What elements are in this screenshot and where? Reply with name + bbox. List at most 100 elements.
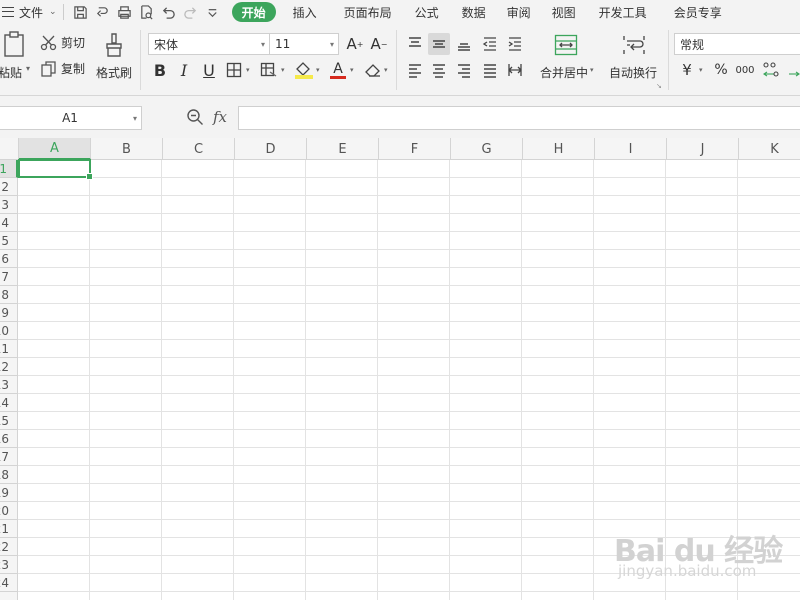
tab-page-layout[interactable]: 页面布局	[326, 0, 401, 24]
increase-decimal-button[interactable]	[760, 59, 782, 81]
fill-color-button[interactable]	[293, 59, 315, 81]
chevron-down-icon[interactable]: ▾	[699, 66, 703, 74]
merge-center-button[interactable]: 合并居中 ▾	[536, 30, 598, 90]
row-header[interactable]: 18	[0, 466, 18, 484]
font-color-button[interactable]: A	[327, 59, 349, 81]
undo-history-icon[interactable]	[92, 1, 114, 23]
paste-button[interactable]	[2, 30, 28, 58]
increase-indent-button[interactable]	[504, 33, 526, 55]
row-header[interactable]: 2	[0, 178, 18, 196]
chevron-down-icon[interactable]: ▾	[281, 66, 285, 74]
row-header[interactable]: 19	[0, 484, 18, 502]
column-header[interactable]: H	[523, 138, 595, 160]
cut-button[interactable]: 剪切	[40, 34, 85, 51]
paste-label[interactable]: 粘贴	[0, 64, 22, 81]
row-header[interactable]: 11	[0, 340, 18, 358]
bold-button[interactable]: B	[149, 59, 171, 81]
row-header[interactable]: 23	[0, 556, 18, 574]
align-bottom-button[interactable]	[453, 33, 475, 55]
tab-insert[interactable]: 插入	[284, 0, 326, 24]
save-icon[interactable]	[70, 1, 92, 23]
file-menu[interactable]: 文件 ⌄	[0, 0, 57, 24]
thousands-separator-button[interactable]: 000	[734, 59, 756, 81]
row-header[interactable]: 9	[0, 304, 18, 322]
tab-view[interactable]: 视图	[540, 0, 585, 24]
align-top-button[interactable]	[404, 33, 426, 55]
distributed-button[interactable]	[504, 59, 526, 81]
row-header[interactable]: 10	[0, 322, 18, 340]
column-header[interactable]: F	[379, 138, 451, 160]
row-header[interactable]: 3	[0, 196, 18, 214]
row-header[interactable]: 21	[0, 520, 18, 538]
row-header[interactable]: 6	[0, 250, 18, 268]
tab-review[interactable]: 审阅	[495, 0, 540, 24]
print-preview-icon[interactable]	[136, 1, 158, 23]
column-header[interactable]: D	[235, 138, 307, 160]
align-right-button[interactable]	[453, 59, 475, 81]
tab-formulas[interactable]: 公式	[401, 0, 448, 24]
row-header[interactable]: 20	[0, 502, 18, 520]
insert-function-button[interactable]: fx	[213, 108, 227, 126]
column-header[interactable]: J	[667, 138, 739, 160]
row-header[interactable]: 8	[0, 286, 18, 304]
chevron-down-icon[interactable]: ▾	[350, 66, 354, 74]
clear-format-button[interactable]	[362, 59, 384, 81]
italic-button[interactable]: I	[173, 59, 195, 81]
chevron-down-icon[interactable]: ▾	[26, 64, 30, 73]
undo-icon[interactable]	[158, 1, 180, 23]
customize-toolbar-icon[interactable]	[202, 1, 224, 23]
dialog-launcher-icon[interactable]: ↘	[656, 82, 662, 90]
tab-home[interactable]: 开始	[231, 2, 276, 22]
decrease-decimal-button[interactable]	[784, 59, 800, 81]
decrease-font-size-button[interactable]: A −	[368, 33, 390, 55]
zoom-search-icon[interactable]	[186, 108, 204, 126]
column-header[interactable]: A	[19, 138, 91, 160]
column-header[interactable]: K	[739, 138, 800, 160]
borders-button[interactable]	[223, 59, 245, 81]
row-header[interactable]: 13	[0, 376, 18, 394]
tab-data[interactable]: 数据	[448, 0, 495, 24]
justify-button[interactable]	[479, 59, 501, 81]
column-header[interactable]: C	[163, 138, 235, 160]
column-header[interactable]: I	[595, 138, 667, 160]
formula-input[interactable]	[238, 106, 800, 130]
font-name-select[interactable]: 宋体 ▾	[148, 33, 270, 55]
align-left-button[interactable]	[404, 59, 426, 81]
column-header[interactable]: G	[451, 138, 523, 160]
tab-member[interactable]: 会员专享	[656, 0, 731, 24]
row-header[interactable]: 22	[0, 538, 18, 556]
currency-button[interactable]: ¥	[676, 59, 698, 81]
decrease-indent-button[interactable]	[479, 33, 501, 55]
increase-font-size-button[interactable]: A +	[344, 33, 366, 55]
column-header[interactable]: B	[91, 138, 163, 160]
print-icon[interactable]	[114, 1, 136, 23]
percent-button[interactable]: %	[710, 59, 732, 81]
row-header[interactable]: 17	[0, 448, 18, 466]
format-painter-button[interactable]: 格式刷	[96, 30, 132, 90]
chevron-down-icon[interactable]: ▾	[384, 66, 388, 74]
row-header[interactable]: 5	[0, 232, 18, 250]
row-header[interactable]: 14	[0, 394, 18, 412]
select-all-corner[interactable]	[0, 138, 19, 160]
name-box[interactable]: A1 ▾	[0, 106, 142, 130]
row-header[interactable]: 7	[0, 268, 18, 286]
underline-button[interactable]: U	[198, 59, 220, 81]
tab-developer[interactable]: 开发工具	[585, 0, 656, 24]
chevron-down-icon[interactable]: ▾	[316, 66, 320, 74]
row-header[interactable]: 15	[0, 412, 18, 430]
cell-style-button[interactable]	[258, 59, 280, 81]
row-header[interactable]: 16	[0, 430, 18, 448]
row-header[interactable]: 12	[0, 358, 18, 376]
row-header[interactable]: 4	[0, 214, 18, 232]
row-header[interactable]: 1	[0, 160, 18, 178]
align-center-button[interactable]	[428, 59, 450, 81]
chevron-down-icon[interactable]: ▾	[246, 66, 250, 74]
row-header[interactable]: 24	[0, 574, 18, 592]
redo-icon[interactable]	[180, 1, 202, 23]
active-cell-selection[interactable]	[18, 159, 93, 180]
number-format-select[interactable]: 常规	[674, 33, 800, 55]
font-size-select[interactable]: 11 ▾	[269, 33, 339, 55]
align-middle-button[interactable]	[428, 33, 450, 55]
column-header[interactable]: E	[307, 138, 379, 160]
wrap-text-button[interactable]: 自动换行	[606, 30, 662, 90]
